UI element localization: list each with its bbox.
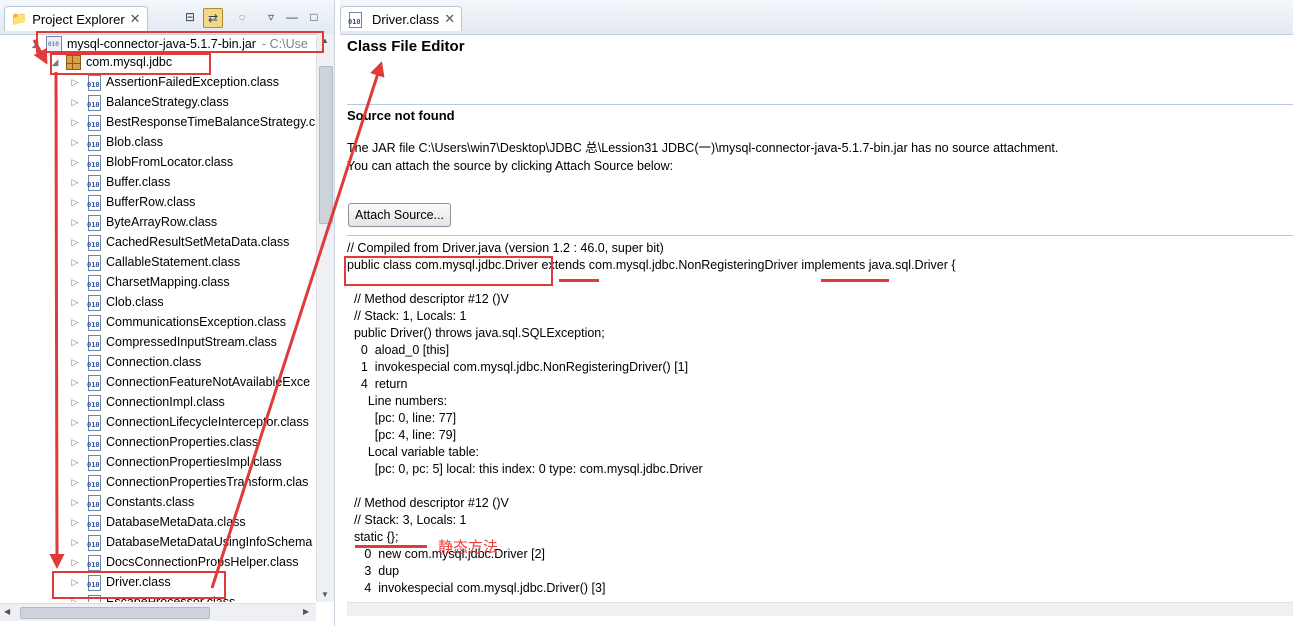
- arrow-jar-to-package: [32, 39, 48, 65]
- arrow-driver-to-editor: [210, 61, 385, 589]
- arrow-package-to-driver: [49, 71, 65, 569]
- annotation-arrows: [32, 39, 385, 589]
